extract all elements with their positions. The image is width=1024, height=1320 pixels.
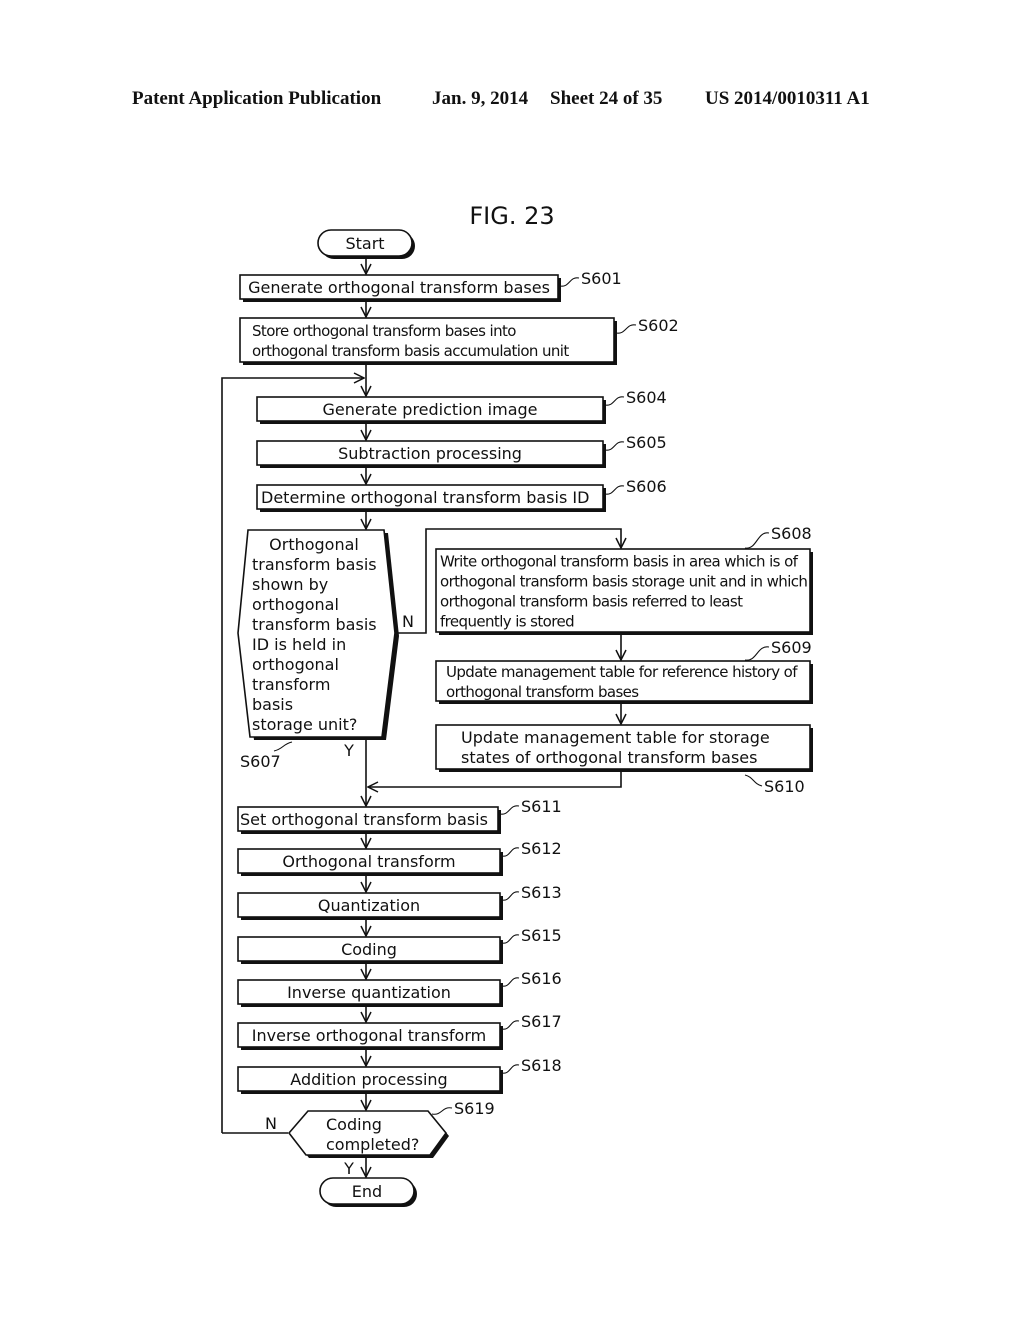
flowchart: FIG. 23 Start End Generate orthogonal tran… bbox=[221, 202, 813, 1207]
step-text: Write orthogonal transform basis in area… bbox=[440, 553, 799, 571]
step-label: S611 bbox=[521, 797, 562, 816]
step-text: Update management table for storage bbox=[461, 728, 770, 747]
decision-text: transform basis bbox=[252, 555, 377, 574]
step-label-leader bbox=[615, 324, 637, 334]
step-text: Update management table for reference hi… bbox=[446, 663, 798, 681]
step-text: Generate prediction image bbox=[322, 400, 537, 419]
process-box-s617: Inverse orthogonal transform S617 bbox=[237, 1012, 562, 1050]
step-label-leader bbox=[604, 485, 625, 495]
process-box-s611: Set orthogonal transform basis S611 bbox=[237, 797, 562, 834]
decision-text: transform bbox=[252, 675, 330, 694]
step-label: S607 bbox=[240, 752, 281, 771]
decision-text: ID is held in bbox=[252, 635, 346, 654]
step-text: Subtraction processing bbox=[338, 444, 522, 463]
step-text: Coding bbox=[341, 940, 397, 959]
step-text: orthogonal transform basis accumulation … bbox=[252, 342, 569, 360]
step-label: S618 bbox=[521, 1056, 562, 1075]
decision-text: orthogonal bbox=[252, 655, 339, 674]
decision-text: shown by bbox=[252, 575, 328, 594]
decision-s607: Orthogonaltransform basisshown byorthogo… bbox=[237, 529, 414, 771]
step-text: orthogonal transform basis referred to l… bbox=[440, 593, 743, 611]
process-box-s602: Store orthogonal transform bases into ort… bbox=[239, 316, 679, 365]
step-label-leader bbox=[273, 741, 293, 752]
process-box-s604: Generate prediction image S604 bbox=[256, 388, 667, 424]
step-label-leader bbox=[604, 396, 625, 406]
decision-text: Coding bbox=[326, 1115, 382, 1134]
step-text: Generate orthogonal transform bases bbox=[248, 278, 550, 297]
process-box-s605: Subtraction processing S605 bbox=[256, 433, 667, 468]
process-box-s608: Write orthogonal transform basis in area… bbox=[435, 524, 813, 635]
step-label-leader bbox=[501, 1064, 520, 1074]
step-text: Store orthogonal transform bases into bbox=[252, 322, 516, 340]
process-box-s616: Inverse quantization S616 bbox=[237, 969, 562, 1007]
nodes: Start End Generate orthogonal transform ba… bbox=[237, 229, 813, 1207]
step-label: S608 bbox=[771, 524, 812, 543]
step-label: S613 bbox=[521, 883, 562, 902]
step-label-leader bbox=[501, 847, 520, 857]
step-label-leader bbox=[499, 805, 520, 815]
step-label-leader bbox=[431, 1107, 453, 1115]
step-label-leader bbox=[744, 532, 770, 549]
step-text: orthogonal transform basis storage unit … bbox=[440, 573, 807, 591]
step-label: S605 bbox=[626, 433, 667, 452]
step-label-leader bbox=[559, 277, 580, 287]
step-text: orthogonal transform bases bbox=[446, 683, 639, 701]
process-box-s613: Quantization S613 bbox=[237, 883, 562, 920]
branch-no-label: N bbox=[402, 612, 414, 631]
step-label-leader bbox=[501, 891, 520, 901]
branch-no-label: N bbox=[265, 1114, 277, 1133]
step-text: Addition processing bbox=[290, 1070, 447, 1089]
decision-text: orthogonal bbox=[252, 595, 339, 614]
process-box-s601: Generate orthogonal transform bases S601 bbox=[239, 269, 622, 302]
process-box-s609: Update management table for reference hi… bbox=[435, 638, 813, 704]
step-label: S606 bbox=[626, 477, 667, 496]
terminal-text: Start bbox=[345, 234, 384, 253]
terminal-text: End bbox=[352, 1182, 382, 1201]
merge-arrow bbox=[368, 771, 622, 787]
decision-text: transform basis bbox=[252, 615, 377, 634]
step-text: Inverse orthogonal transform bbox=[252, 1026, 486, 1045]
step-label-leader bbox=[744, 774, 763, 787]
process-box-s612: Orthogonal transform S612 bbox=[237, 839, 562, 876]
step-text: Quantization bbox=[318, 896, 420, 915]
step-label: S617 bbox=[521, 1012, 562, 1031]
step-label: S601 bbox=[581, 269, 622, 288]
decision-text: basis bbox=[252, 695, 293, 714]
step-text: frequently is stored bbox=[440, 613, 574, 631]
step-text: Inverse quantization bbox=[287, 983, 451, 1002]
decision-text: completed? bbox=[326, 1135, 419, 1154]
terminal-start: Start bbox=[317, 229, 415, 259]
step-text: states of orthogonal transform bases bbox=[461, 748, 757, 767]
process-box-s618: Addition processing S618 bbox=[237, 1056, 562, 1094]
figure-title: FIG. 23 bbox=[469, 202, 554, 230]
step-text: Determine orthogonal transform basis ID bbox=[261, 488, 589, 507]
step-label: S610 bbox=[764, 777, 805, 796]
step-label: S602 bbox=[638, 316, 679, 335]
decision-text: storage unit? bbox=[252, 715, 357, 734]
decision-text: Orthogonal bbox=[269, 535, 359, 554]
step-label: S604 bbox=[626, 388, 667, 407]
process-box-s606: Determine orthogonal transform basis ID S… bbox=[256, 477, 667, 512]
decision-s619: Codingcompleted? S619 N Y bbox=[265, 1099, 495, 1178]
process-box-s615: Coding S615 bbox=[237, 926, 562, 964]
step-label-leader bbox=[604, 441, 625, 451]
branch-yes-label: Y bbox=[343, 741, 354, 760]
step-text: Set orthogonal transform basis bbox=[240, 810, 488, 829]
step-text: Orthogonal transform bbox=[282, 852, 455, 871]
step-label-leader bbox=[501, 1020, 520, 1030]
step-label: S616 bbox=[521, 969, 562, 988]
step-label: S612 bbox=[521, 839, 562, 858]
branch-yes-label: Y bbox=[343, 1159, 354, 1178]
step-label-leader bbox=[501, 934, 520, 944]
step-label: S615 bbox=[521, 926, 562, 945]
process-box-s610: Update management table for storagestate… bbox=[435, 724, 813, 796]
terminal-end: End bbox=[319, 1177, 417, 1207]
step-label-leader bbox=[744, 646, 770, 661]
step-label: S609 bbox=[771, 638, 812, 657]
step-label-leader bbox=[501, 977, 520, 987]
step-label: S619 bbox=[454, 1099, 495, 1118]
